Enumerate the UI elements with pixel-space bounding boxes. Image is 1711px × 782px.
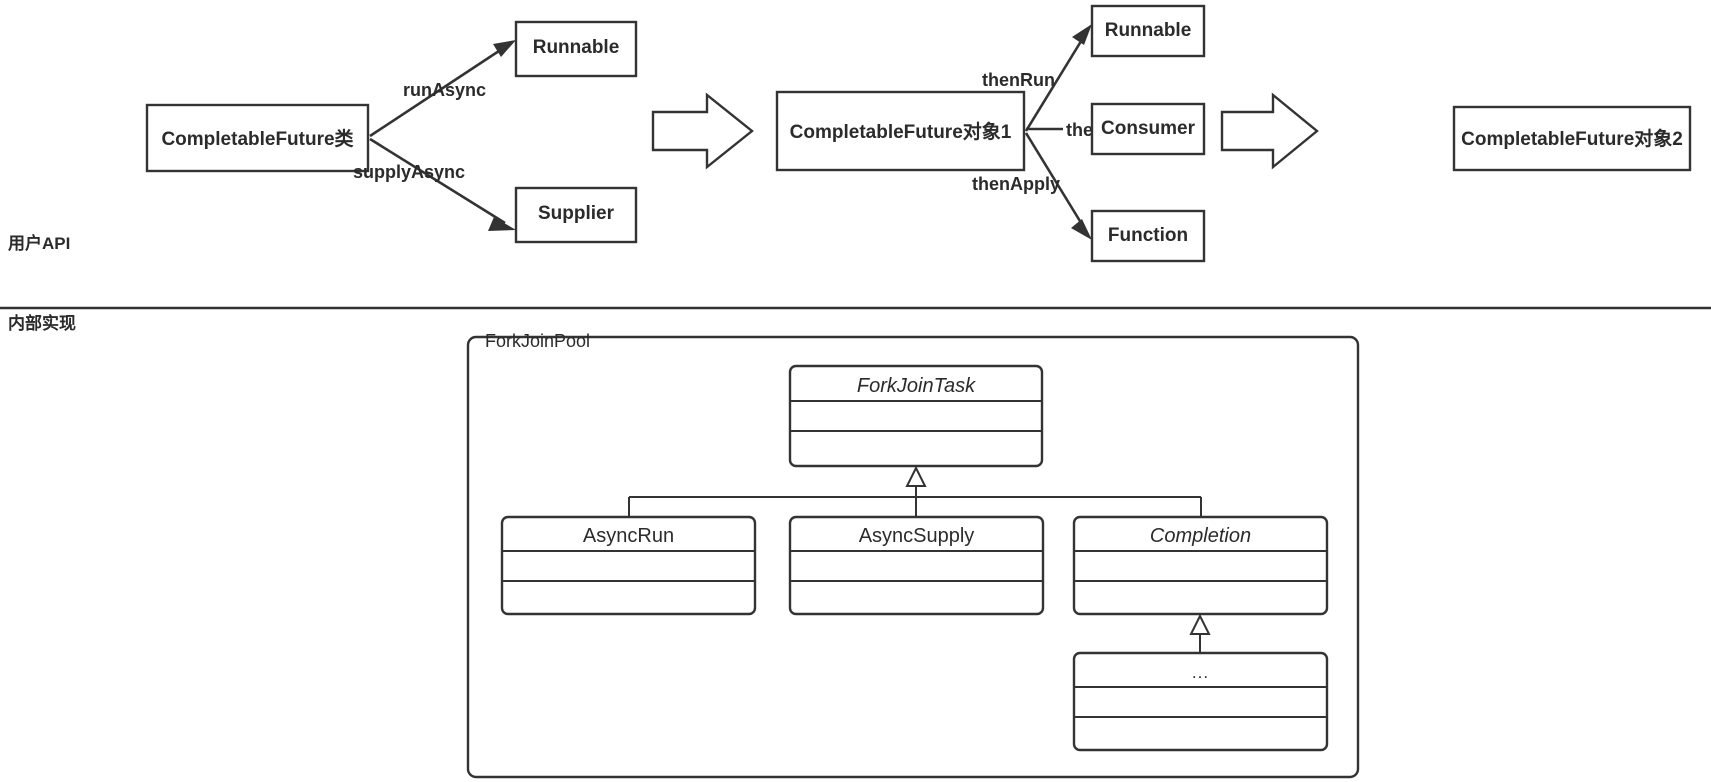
uml-class-ellipsis-label: ... (1192, 663, 1209, 682)
edge-supplyasync: supplyAsync (353, 137, 516, 231)
box-runnable-chain-label: Runnable (1105, 20, 1192, 41)
block-right-arrow-icon (1220, 92, 1319, 170)
box-runnable-chain[interactable]: Runnable (1090, 4, 1206, 58)
block-arrow-2 (1220, 92, 1319, 170)
uml-class-asyncrun[interactable]: AsyncRun (500, 515, 757, 616)
edge-thenapply-label: thenApply (972, 174, 1060, 194)
box-completablefuture-class-label: CompletableFuture类 (161, 127, 353, 150)
box-runnable-factory[interactable]: Runnable (514, 20, 638, 78)
box-completablefuture-object-2[interactable]: CompletableFuture对象2 (1452, 105, 1692, 172)
diagram-canvas: CompletableFuture类 runAsync Runnable sup… (0, 0, 1711, 782)
uml-class-ellipsis[interactable]: ... (1072, 651, 1329, 752)
uml-class-completion-label: Completion (1150, 525, 1251, 547)
box-supplier[interactable]: Supplier (514, 186, 638, 244)
edge-runasync-label: runAsync (403, 80, 486, 100)
box-completablefuture-object-1[interactable]: CompletableFuture对象1 (775, 90, 1026, 172)
box-supplier-label: Supplier (538, 203, 615, 224)
box-function-label: Function (1108, 225, 1188, 246)
arrowhead-thenrun-icon (1072, 24, 1092, 45)
block-arrow-1 (651, 92, 754, 170)
uml-class-asyncsupply-label: AsyncSupply (859, 525, 975, 547)
uml-class-forkjointask[interactable]: ForkJoinTask (788, 364, 1044, 468)
box-consumer[interactable]: Consumer (1090, 102, 1206, 156)
completablefuture-architecture-diagram: CompletableFuture类 runAsync Runnable sup… (0, 4, 1711, 779)
box-completablefuture-object-2-label: CompletableFuture对象2 (1461, 127, 1683, 150)
section-label-user-api: 用户API (8, 233, 70, 253)
box-consumer-label: Consumer (1101, 118, 1196, 139)
arrowhead-runasync-icon (493, 40, 516, 57)
box-runnable-factory-label: Runnable (533, 37, 620, 58)
uml-class-completion[interactable]: Completion (1072, 515, 1329, 616)
edge-supplyasync-label: supplyAsync (353, 162, 465, 182)
block-right-arrow-icon (651, 92, 754, 170)
uml-class-forkjointask-label: ForkJoinTask (857, 375, 976, 397)
arrowhead-thenapply-icon (1071, 219, 1092, 240)
box-completablefuture-object-1-label: CompletableFuture对象1 (790, 120, 1012, 143)
arrowhead-supplyasync-icon (488, 217, 516, 231)
uml-class-asyncrun-label: AsyncRun (583, 525, 674, 547)
edge-runasync: runAsync (369, 40, 516, 138)
section-label-internal: 内部实现 (8, 313, 76, 333)
uml-class-asyncsupply[interactable]: AsyncSupply (788, 515, 1045, 616)
box-function[interactable]: Function (1090, 209, 1206, 263)
edge-thenrun-label: thenRun (982, 70, 1055, 90)
box-completablefuture-class[interactable]: CompletableFuture类 (145, 103, 370, 173)
container-forkjoinpool-title: ForkJoinPool (485, 331, 590, 351)
